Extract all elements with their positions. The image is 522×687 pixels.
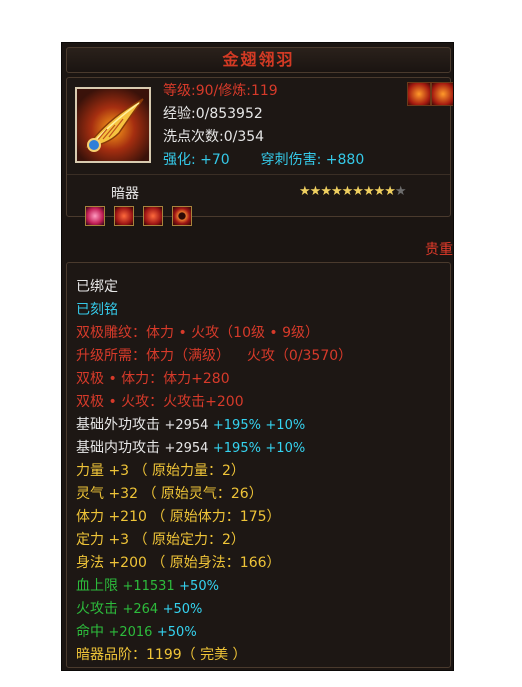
internal-attack-label: 基础内功攻击	[76, 440, 160, 456]
upgrade-requirement-label: 升级所需：体力（满级）	[76, 348, 230, 364]
exp-line: 经验:0/853952	[163, 106, 263, 122]
internal-attack-value: +2954	[164, 441, 209, 456]
external-attack-label: 基础外功攻击	[76, 417, 160, 433]
hit-label: 命中	[76, 624, 104, 640]
hp-pct: +50%	[179, 579, 219, 594]
pierce-value: +880	[325, 152, 365, 168]
focus-line: 定力 +3 （ 原始定力：2）	[76, 532, 245, 548]
stamina-line: 体力 +210 （ 原始体力：175）	[76, 509, 281, 525]
dual-pattern-line: 双极雕纹：体力 • 火攻（10级 • 9级）	[76, 325, 320, 341]
star-icon: ★	[309, 184, 322, 199]
star-rating: ★★★★★★★★★★	[299, 184, 407, 199]
item-summary: 等级:90/修炼:119 经验:0/853952 洗点次数:0/354 强化: …	[66, 77, 453, 226]
star-icon: ★	[320, 184, 332, 199]
star-icon: ★	[362, 184, 375, 199]
fire-skill-icon	[431, 82, 453, 106]
internal-attack-pct2: +10%	[265, 441, 306, 456]
fire-attack-pct: +50%	[162, 602, 203, 617]
star-icon: ★	[373, 184, 386, 199]
divider	[67, 174, 450, 175]
dual-stamina-line: 双极 • 体力：体力+280	[76, 371, 230, 387]
item-category: 暗器	[111, 186, 139, 202]
feather-item-icon	[75, 87, 151, 163]
pierce-label: 穿刺伤害:	[260, 152, 322, 168]
star-icon: ★	[352, 184, 364, 199]
star-icon: ★	[384, 184, 396, 199]
pink-gem-icon	[85, 206, 105, 226]
enhance-label: 强化:	[163, 152, 196, 168]
engraved-status: 已刻铭	[76, 302, 118, 318]
grade-line: 暗器品阶：1199（ 完美 ）	[76, 647, 247, 663]
item-details: 已绑定 已刻铭 双极雕纹：体力 • 火攻（10级 • 9级） 升级所需：体力（满…	[66, 262, 451, 668]
fire-attack-line: 火攻击 +264 +50%	[76, 598, 450, 621]
upgrade-requirement-line: 升级所需：体力（满级） 火攻（0/3570）	[76, 345, 450, 368]
fire-attack-value: +264	[122, 602, 159, 617]
gem-slots	[85, 206, 196, 228]
external-attack-pct1: +195%	[212, 418, 261, 433]
star-icon: ★	[330, 184, 343, 199]
external-attack-value: +2954	[164, 418, 209, 433]
item-tooltip: 金翅翎羽 等级:90/修炼:119 经验:0/853952 洗点次数:0/354…	[61, 42, 454, 671]
hit-line: 命中 +2016 +50%	[76, 621, 450, 644]
red-gem-icon	[143, 206, 164, 226]
upgrade-requirement-value: 火攻（0/3570）	[246, 348, 353, 364]
ring-gem-icon	[172, 206, 193, 226]
agility-line: 身法 +200 （ 原始身法：166）	[76, 555, 281, 571]
bound-status: 已绑定	[76, 279, 118, 295]
level-line: 等级:90/修炼:119	[163, 83, 278, 99]
internal-attack-pct1: +195%	[212, 441, 261, 456]
external-attack-line: 基础外功攻击 +2954 +195% +10%	[76, 414, 450, 437]
hp-label: 血上限	[76, 578, 118, 594]
fire-skill-icon	[407, 82, 431, 106]
hp-value: +11531	[122, 579, 175, 594]
strength-line: 力量 +3 （ 原始力量：2）	[76, 463, 245, 479]
fire-attack-label: 火攻击	[76, 601, 118, 617]
enhance-value: +70	[200, 152, 230, 168]
skill-icons	[407, 82, 453, 108]
internal-attack-line: 基础内功攻击 +2954 +195% +10%	[76, 437, 450, 460]
hp-line: 血上限 +11531 +50%	[76, 575, 450, 598]
star-icon: ★	[299, 184, 311, 199]
external-attack-pct2: +10%	[265, 418, 306, 433]
dual-fire-line: 双极 • 火攻：火攻击+200	[76, 394, 244, 410]
star-icon: ★	[341, 184, 354, 199]
base-stats: 等级:90/修炼:119 经验:0/853952 洗点次数:0/354 强化: …	[163, 80, 393, 172]
hit-pct: +50%	[156, 625, 197, 640]
star-empty-icon: ★	[394, 184, 407, 199]
red-gem-icon	[114, 206, 135, 226]
spirit-line: 灵气 +32 （ 原始灵气：26）	[76, 486, 263, 502]
wash-count-line: 洗点次数:0/354	[163, 129, 265, 145]
title-bar: 金翅翎羽	[66, 47, 451, 73]
item-title: 金翅翎羽	[222, 50, 295, 69]
valuable-label: 贵重	[425, 242, 453, 258]
hit-value: +2016	[108, 625, 153, 640]
enhance-pierce-line: 强化: +70 穿刺伤害: +880	[163, 149, 393, 172]
